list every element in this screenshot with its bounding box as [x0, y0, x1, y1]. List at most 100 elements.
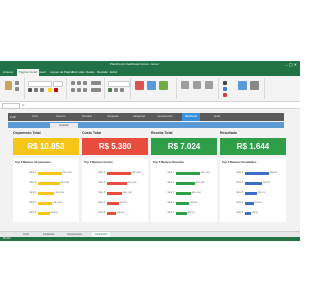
bar-value-label: R$ 406	[117, 212, 125, 214]
bar-row: Item 2 R$ 1.832	[151, 180, 217, 186]
card-title: Top 5 Maiores Receitas	[153, 160, 184, 164]
menu-item-dashboard[interactable]: Dashboard	[182, 113, 200, 121]
bar-label: Item 4	[236, 202, 243, 204]
bar-row: Item 3 R$ 1.042	[82, 190, 148, 196]
menu-item-categorias[interactable]: Categorias	[130, 113, 148, 121]
bar-label: Item 2	[167, 182, 174, 184]
format-table-icon[interactable]	[147, 81, 156, 90]
card-title: Top 5 Maiores Resultados	[222, 160, 257, 164]
align-center-icon[interactable]	[77, 88, 81, 92]
number-format-select[interactable]	[108, 81, 130, 87]
tab-arquivo[interactable]: Arquivo	[3, 69, 13, 76]
font-size-select[interactable]	[53, 81, 63, 87]
kpi-value: R$ 1.644	[220, 138, 286, 155]
insert-cells-icon[interactable]	[181, 81, 189, 89]
bar-row: Item 1 R$ 842	[220, 170, 286, 176]
tab-revisao[interactable]: Revisão	[97, 69, 108, 76]
bar-value-label: R$ 513	[187, 212, 195, 214]
bar-row: Item 4 R$ 924	[151, 200, 217, 206]
bar-row: Item 5 R$ 513	[151, 210, 217, 216]
bar-value-label: R$ 804	[50, 212, 58, 214]
bar	[176, 191, 191, 195]
fill-icon[interactable]	[223, 87, 227, 91]
copy-icon[interactable]	[15, 87, 19, 91]
bar-value-label: R$ 652	[120, 202, 128, 204]
bar-label: Item 3	[167, 192, 174, 194]
bar-value-label: R$ 1.438	[127, 182, 137, 184]
dashboard-subbar: Atualizar	[8, 122, 284, 128]
tab-formulas[interactable]: Fórmulas	[72, 69, 85, 76]
bar-label: Item 1	[98, 172, 105, 174]
wrap-text-icon[interactable]	[91, 81, 101, 85]
fill-color-icon[interactable]	[48, 88, 52, 92]
delete-cells-icon[interactable]	[193, 81, 201, 89]
align-right-icon[interactable]	[83, 88, 87, 92]
autosum-icon[interactable]	[223, 81, 227, 85]
format-cells-icon[interactable]	[205, 81, 213, 89]
menu-item-resumo[interactable]: Resumo	[52, 113, 70, 121]
bar	[176, 181, 195, 185]
bar-row: Item 5 R$ 406	[82, 210, 148, 216]
bar-row: Item 3 R$ 214	[220, 190, 286, 196]
bar-row: Item 1 R$ 2.451	[151, 170, 217, 176]
currency-icon[interactable]	[108, 88, 112, 92]
fx-icon[interactable]: fx	[22, 102, 24, 108]
conditional-format-icon[interactable]	[135, 81, 144, 90]
menu-item-receitas[interactable]: Receitas	[78, 113, 96, 121]
bar-label: Item 5	[236, 212, 243, 214]
merge-icon[interactable]	[91, 88, 101, 92]
bar-value-label: R$ 842	[270, 172, 278, 174]
bar-row: Item 5 R$ 804	[13, 210, 79, 216]
bar-value-label: R$ 924	[190, 202, 198, 204]
card-title: Top 5 Maiores Orçamentos	[15, 160, 51, 164]
tab-dados[interactable]: Dados	[86, 69, 95, 76]
bar-label: Item 1	[236, 172, 243, 174]
menu-item-despesas[interactable]: Despesas	[104, 113, 122, 121]
styles-group	[132, 78, 177, 99]
menu-item-inicio[interactable]: Início	[26, 113, 44, 121]
align-top-icon[interactable]	[71, 81, 75, 85]
cell-styles-icon[interactable]	[159, 81, 168, 90]
align-middle-icon[interactable]	[77, 81, 81, 85]
bar-label: Item 3	[29, 192, 36, 194]
bar	[38, 171, 62, 175]
kpi-title: Receita Total	[151, 131, 173, 135]
refresh-button[interactable]: Atualizar	[50, 123, 78, 128]
kpi-value: R$ 10.853	[13, 138, 79, 155]
paste-icon[interactable]	[5, 81, 12, 90]
title-bar: Planilha de Dashboard Excel - Excel – ▢ …	[0, 61, 300, 68]
bar	[38, 211, 50, 215]
bar-value-label: R$ 2.451	[201, 172, 210, 174]
ribbon-tabs: Arquivo Página Inicial Inserir Layout da…	[0, 68, 300, 76]
kpi-title: Orçamento Total	[13, 131, 41, 135]
sort-filter-icon[interactable]	[238, 81, 247, 90]
bar-value-label: R$ 1.304	[191, 192, 201, 194]
find-select-icon[interactable]	[250, 81, 259, 90]
window-controls[interactable]: – ▢ ✕	[285, 62, 297, 67]
comma-icon[interactable]	[120, 88, 124, 92]
bar	[38, 181, 60, 185]
menu-item-lancamentos[interactable]: Lançamentos	[156, 113, 174, 121]
align-left-icon[interactable]	[71, 88, 75, 92]
bar	[245, 211, 251, 215]
bar-row: Item 2 R$ 421	[220, 180, 286, 186]
status-bar: Pronto	[0, 237, 300, 241]
percent-icon[interactable]	[114, 88, 118, 92]
bar-value-label: R$ 109	[254, 202, 262, 204]
bar-label: Item 2	[236, 182, 243, 184]
bar	[245, 181, 263, 185]
tab-pagina-inicial[interactable]: Página Inicial	[17, 69, 39, 76]
italic-icon[interactable]	[34, 88, 38, 92]
clear-icon[interactable]	[223, 93, 227, 97]
font-color-icon[interactable]	[54, 88, 58, 92]
align-bottom-icon[interactable]	[83, 81, 87, 85]
tab-exibir[interactable]: Exibir	[110, 69, 118, 76]
cut-icon[interactable]	[15, 81, 19, 85]
underline-icon[interactable]	[40, 88, 44, 92]
bar-value-label: R$ 1.842	[132, 172, 141, 174]
tab-layout[interactable]: Layout da Página	[50, 69, 73, 76]
menu-item-ajuda[interactable]: Ajuda	[208, 113, 226, 121]
tab-inserir[interactable]: Inserir	[38, 69, 46, 76]
font-name-select[interactable]	[28, 81, 52, 87]
bold-icon[interactable]	[28, 88, 32, 92]
